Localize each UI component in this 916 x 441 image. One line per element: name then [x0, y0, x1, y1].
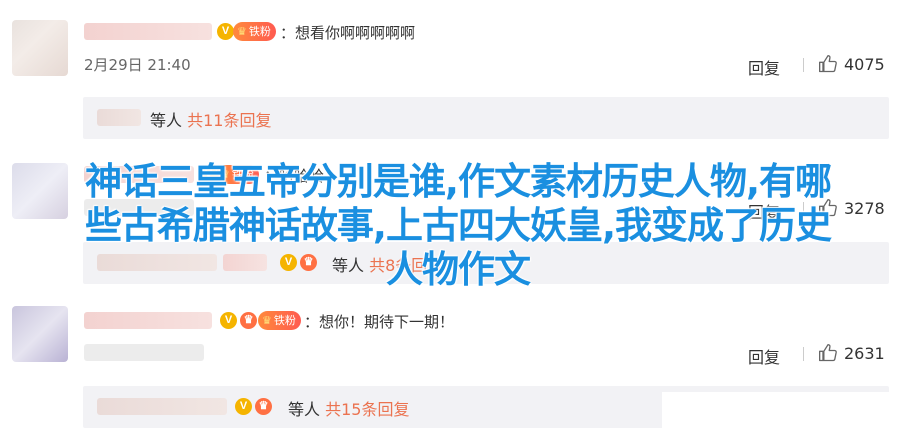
verified-v-icon: V	[235, 398, 252, 415]
fan-badge: ♛ 铁粉	[258, 311, 301, 330]
overlay-patch	[662, 392, 916, 441]
overlay-title-line: 人物作文	[386, 248, 531, 291]
avatar[interactable]	[12, 306, 68, 362]
reply-preview[interactable]: 等人 共11条回复	[83, 97, 889, 139]
comment-text: ：想看你啊啊啊啊啊	[280, 24, 416, 42]
crown-icon: ♛	[237, 25, 247, 38]
verified-v-icon: V	[220, 312, 237, 329]
crown-icon: ♛	[255, 398, 272, 415]
reply-avatars	[97, 109, 141, 126]
comment-text: ：想你！期待下一期！	[304, 313, 455, 331]
crown-icon: ♛	[240, 312, 257, 329]
crown-icon: ♛	[262, 314, 272, 327]
avatar[interactable]	[12, 20, 68, 76]
overlay-title: 神话三皇五帝分别是谁,作文素材历史人物,有哪 些古希腊神话故事,上古四大妖皇,我…	[0, 160, 916, 292]
like-button[interactable]: 2631	[818, 343, 885, 363]
reply-avatars	[97, 398, 227, 415]
fan-badge: ♛ 铁粉	[233, 22, 276, 41]
username[interactable]	[84, 23, 212, 40]
verified-v-icon: V	[217, 23, 234, 40]
overlay-title-line: 神话三皇五帝分别是谁,作文素材历史人物,有哪	[84, 160, 832, 203]
divider	[803, 347, 804, 361]
reply-summary[interactable]: 等人 共11条回复	[150, 107, 271, 131]
thumb-up-icon	[819, 55, 837, 73]
overlay-title-line: 些古希腊神话故事,上古四大妖皇,我变成了历史	[84, 204, 832, 247]
like-button[interactable]: 4075	[818, 54, 885, 74]
username[interactable]	[84, 312, 212, 329]
reply-summary[interactable]: 等人 共15条回复	[288, 396, 409, 420]
reply-button[interactable]: 回复	[748, 55, 780, 79]
timestamp: 2月29日 21:40	[84, 56, 191, 74]
thumb-up-icon	[819, 344, 837, 362]
reply-button[interactable]: 回复	[748, 344, 780, 368]
timestamp	[84, 344, 204, 361]
divider	[803, 58, 804, 72]
